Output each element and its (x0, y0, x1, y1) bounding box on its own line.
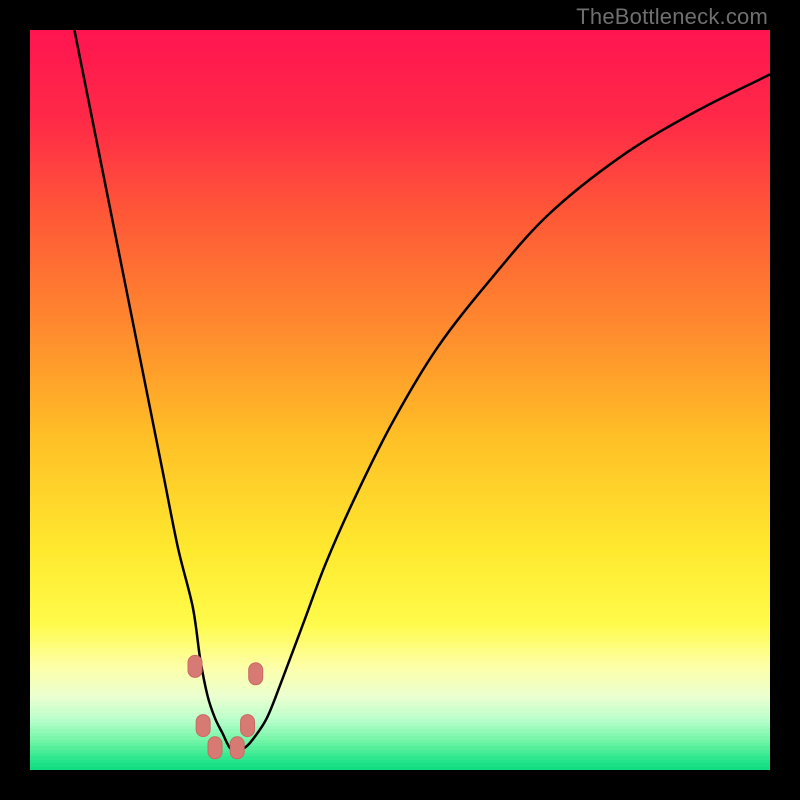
marker-left-lower (196, 715, 210, 737)
marker-right-upper (249, 663, 263, 685)
bottleneck-curve (74, 30, 770, 752)
marker-left-upper (188, 655, 202, 677)
chart-frame: TheBottleneck.com (0, 0, 800, 800)
plot-area (30, 30, 770, 770)
curve-markers (188, 655, 263, 758)
watermark-text: TheBottleneck.com (576, 4, 768, 30)
marker-trough-right (230, 737, 244, 759)
marker-trough-left (208, 737, 222, 759)
curve-layer (30, 30, 770, 770)
marker-right-lower (241, 715, 255, 737)
